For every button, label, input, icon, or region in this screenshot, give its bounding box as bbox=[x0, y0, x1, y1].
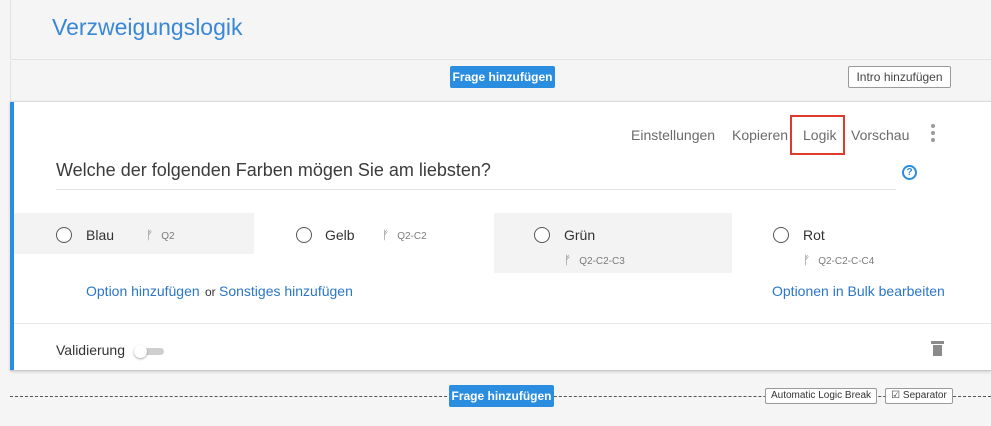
validation-label: Validierung bbox=[56, 342, 126, 358]
survey-editor: Verzweigungslogik Frage hinzufügen Intro… bbox=[0, 0, 991, 426]
branch-icon: ᚠ bbox=[382, 228, 390, 242]
option-blau[interactable]: Blau ᚠ Q2 bbox=[14, 213, 254, 254]
or-text: or bbox=[205, 285, 216, 299]
question-text[interactable]: Welche der folgenden Farben mögen Sie am… bbox=[56, 160, 491, 181]
add-question-button[interactable]: Frage hinzufügen bbox=[450, 66, 555, 88]
option-label: Grün bbox=[564, 227, 596, 243]
radio-button[interactable] bbox=[773, 227, 789, 243]
preview-link[interactable]: Vorschau bbox=[851, 127, 909, 143]
validation-toggle[interactable] bbox=[134, 345, 164, 358]
branch-info: ᚠ Q2-C2 bbox=[382, 228, 427, 242]
logic-highlight-box bbox=[790, 115, 845, 155]
trash-icon[interactable] bbox=[931, 341, 944, 356]
settings-link[interactable]: Einstellungen bbox=[631, 127, 715, 143]
help-icon[interactable]: ? bbox=[902, 165, 917, 180]
bulk-edit-link[interactable]: Optionen in Bulk bearbeiten bbox=[772, 283, 945, 299]
add-intro-button[interactable]: Intro hinzufügen bbox=[848, 66, 951, 88]
logic-break-button[interactable]: Automatic Logic Break bbox=[765, 388, 877, 404]
option-gelb[interactable]: Gelb ᚠ Q2-C2 bbox=[254, 213, 493, 254]
branch-target: Q2 bbox=[161, 231, 175, 242]
branch-info: ᚠ Q2-C2-C-C4 bbox=[803, 253, 874, 267]
separator-label: Separator bbox=[902, 390, 947, 401]
add-question-button-bottom[interactable]: Frage hinzufügen bbox=[449, 385, 554, 407]
check-icon: ☑ bbox=[891, 390, 901, 401]
branch-info: ᚠ Q2 bbox=[146, 228, 175, 242]
option-rot[interactable]: Rot ᚠ Q2-C2-C-C4 bbox=[732, 213, 991, 273]
option-label: Gelb bbox=[325, 227, 355, 243]
radio-button[interactable] bbox=[296, 227, 312, 243]
branch-info: ᚠ Q2-C2-C3 bbox=[564, 253, 625, 267]
toggle-knob bbox=[134, 345, 147, 358]
add-other-link[interactable]: Sonstiges hinzufügen bbox=[219, 283, 353, 299]
copy-link[interactable]: Kopieren bbox=[732, 127, 788, 143]
add-question-row: Frage hinzufügen Intro hinzufügen bbox=[10, 61, 991, 101]
page-title: Verzweigungslogik bbox=[52, 14, 243, 40]
title-strip: Verzweigungslogik bbox=[10, 0, 991, 60]
option-gruen[interactable]: Grün ᚠ Q2-C2-C3 bbox=[494, 213, 732, 273]
branch-icon: ᚠ bbox=[146, 228, 154, 242]
branch-icon: ᚠ bbox=[564, 253, 572, 267]
option-label: Rot bbox=[803, 227, 825, 243]
card-divider bbox=[14, 323, 991, 324]
branch-icon: ᚠ bbox=[803, 253, 811, 267]
add-option-link[interactable]: Option hinzufügen bbox=[86, 283, 200, 299]
more-options-icon[interactable] bbox=[927, 124, 939, 146]
radio-button[interactable] bbox=[56, 227, 72, 243]
branch-target: Q2-C2-C3 bbox=[579, 256, 625, 267]
radio-button[interactable] bbox=[534, 227, 550, 243]
question-underline bbox=[56, 189, 896, 190]
branch-target: Q2-C2 bbox=[397, 231, 427, 242]
branch-target: Q2-C2-C-C4 bbox=[818, 256, 875, 267]
option-label: Blau bbox=[86, 227, 115, 243]
question-card: Einstellungen Kopieren Logik Vorschau We… bbox=[10, 101, 991, 371]
separator-toggle[interactable]: ☑ Separator bbox=[885, 388, 953, 404]
